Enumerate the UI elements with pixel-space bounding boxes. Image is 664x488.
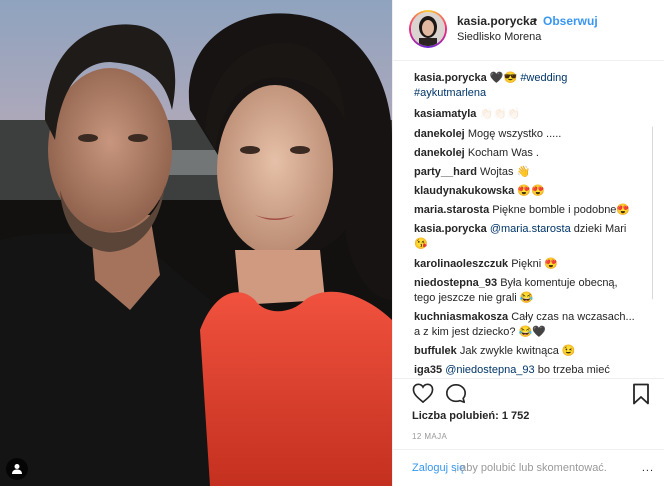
comments-list[interactable]: kasia.porycka 🖤😎 #wedding #aykutmarlena … [393,60,653,378]
comment-text: Piękne bomble i podobne😍 [492,204,631,216]
more-options-button[interactable]: ... [642,462,654,474]
comment-username[interactable]: party__hard [414,166,477,178]
hashtag-link[interactable]: #wedding [520,72,567,84]
comment-text: Wojtas 👋 [480,166,531,178]
comment-text: Piękni 😍 [511,258,558,270]
comment-item: niedostepna_93 Była komentuje obecną, te… [414,276,650,306]
comment-text-line2: tego jeszcze nie grali 😂 [414,292,534,304]
comment-username[interactable]: danekolej [414,147,465,159]
bookmark-icon[interactable] [632,383,650,405]
hashtag-link[interactable]: #aykutmarlena [414,87,486,99]
comment-username[interactable]: buffulek [414,345,457,357]
comment-username[interactable]: iga35 [414,364,442,376]
comment-item: kasiamatyla 👏🏻👏🏻👏🏻 [414,107,650,122]
comment-text: 👏🏻👏🏻👏🏻 [479,108,521,120]
post-sidebar: kasia.porycka • Obserwuj Siedlisko Moren… [392,0,664,486]
comment-item: party__hard Wojtas 👋 [414,165,650,180]
comment-text: Kocham Was . [467,147,539,159]
comment-username[interactable]: kasia.porycka [414,223,487,235]
photo-image [0,0,392,486]
mention-link[interactable]: @maria.starosta [490,223,571,235]
comment-item: maria.starosta Piękne bomble i podobne😍 [414,203,650,218]
comment-username[interactable]: maria.starosta [414,204,489,216]
comment-icon[interactable] [445,383,467,405]
caption: kasia.porycka 🖤😎 #wedding #aykutmarlena [414,71,650,101]
login-bar: Zaloguj się , aby polubić lub skomentowa… [393,449,664,488]
comment-username[interactable]: kuchniasmakosza [414,311,508,323]
tagged-users-button[interactable] [6,458,28,480]
post-username[interactable]: kasia.porycka [457,14,536,28]
story-ring[interactable] [409,10,447,48]
post-location[interactable]: Siedlisko Morena [457,31,541,43]
comment-item: klaudynakukowska 😍😍 [414,184,650,199]
avatar[interactable] [411,12,445,46]
comment-item: danekolej Kocham Was . [414,146,650,161]
mention-link[interactable]: @niedostepna_93 [445,364,534,376]
comment-item: buffulek Jak zwykle kwitnąca 😉 [414,344,650,359]
comment-username[interactable]: niedostepna_93 [414,277,497,289]
separator-dot: • [533,13,538,27]
comments-scrollbar[interactable] [652,126,653,300]
comment-text: Cały czas na wczasach... [511,311,635,323]
post-header: kasia.porycka • Obserwuj Siedlisko Moren… [393,0,664,61]
heart-icon[interactable] [412,383,434,403]
comment-username[interactable]: kasiamatyla [414,108,476,120]
caption-text: 🖤😎 [489,72,518,84]
comment-username[interactable]: karolinaoleszczuk [414,258,508,270]
comment-text: bo trzeba mieć [534,364,610,376]
follow-button[interactable]: Obserwuj [543,14,598,28]
comment-item: iga35 @niedostepna_93 bo trzeba mieć [414,363,650,378]
likes-count[interactable]: Liczba polubień: 1 752 [412,410,529,422]
post-actions: Liczba polubień: 1 752 12 MAJA Zaloguj s… [393,378,664,487]
post-photo[interactable] [0,0,392,486]
comment-text-line2: 😘 [414,238,428,250]
login-prompt: , aby polubić lub skomentować. [454,462,607,474]
comment-item: karolinaoleszczuk Piękni 😍 [414,257,650,272]
post-date: 12 MAJA [412,432,448,441]
comment-username[interactable]: danekolej [414,128,465,140]
comment-text: Mogę wszystko ..... [467,128,562,140]
comment-username[interactable]: klaudynakukowska [414,185,514,197]
caption-username[interactable]: kasia.porycka [414,72,487,84]
comment-text: Jak zwykle kwitnąca 😉 [459,345,576,357]
person-icon [12,464,22,474]
avatar-image [411,12,445,46]
comment-text-line2: a z kim jest dziecko? 😂🖤 [414,326,546,338]
comment-item: kuchniasmakosza Cały czas na wczasach...… [414,310,650,340]
comment-item: danekolej Mogę wszystko ..... [414,127,650,142]
comment-text: Była komentuje obecną, [500,277,618,289]
comment-item: kasia.porycka @maria.starosta dzieki Mar… [414,222,650,252]
comment-text: 😍😍 [517,185,545,197]
instagram-post-modal: kasia.porycka • Obserwuj Siedlisko Moren… [0,0,664,486]
comment-text: dzieki Mari [570,223,627,235]
